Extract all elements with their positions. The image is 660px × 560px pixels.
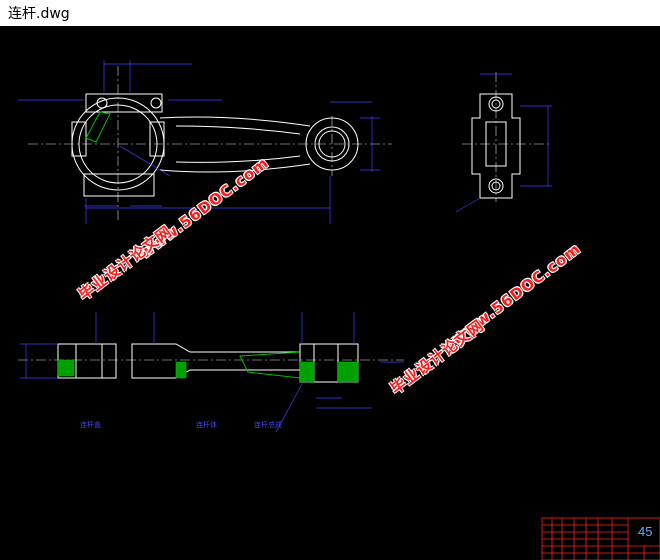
cad-drawing-canvas[interactable]: www.56DOC.com 毕业设计论文网 www.56DOC.com 毕业设计… [0, 26, 660, 560]
titleblock-material-number: 45 [638, 524, 653, 539]
side-view-dimensions [455, 73, 552, 213]
view-label-cap: 连杆盖 [80, 421, 101, 429]
window-title: 连杆.dwg [8, 6, 70, 22]
side-view [462, 72, 552, 202]
view-label-body: 连杆体 [196, 421, 217, 429]
view-label-assembly: 连杆总成 [254, 421, 282, 429]
window-titlebar: 连杆.dwg [0, 0, 660, 26]
section-views [18, 343, 404, 383]
